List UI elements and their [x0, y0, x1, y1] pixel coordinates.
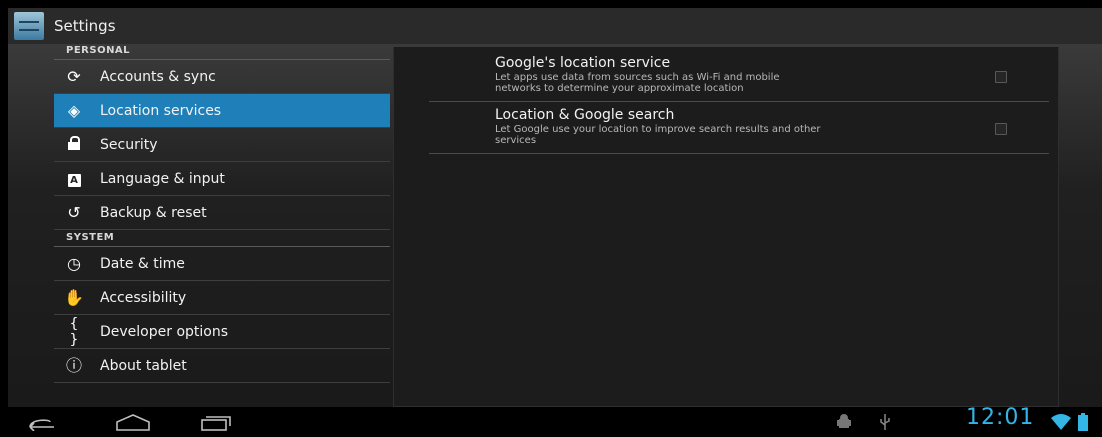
sidebar-item-security[interactable]: Security: [54, 128, 390, 162]
braces-icon: { }: [69, 315, 79, 348]
settings-app-icon[interactable]: [14, 12, 44, 40]
sidebar-item-label: Accessibility: [100, 289, 187, 306]
usb-icon: [878, 413, 892, 435]
pref-summary-line1: Let Google use your location to improve …: [495, 124, 821, 135]
home-icon[interactable]: [113, 412, 153, 436]
section-header-system: SYSTEM: [54, 232, 390, 247]
sidebar-item-label: Backup & reset: [100, 204, 207, 221]
pref-summary-line2: networks to determine your approximate l…: [495, 83, 744, 94]
sidebar-item-label: Language & input: [100, 170, 225, 187]
backup-icon: ↺: [67, 202, 81, 222]
sidebar-item-developer-options[interactable]: { } Developer options: [54, 315, 390, 349]
sidebar-item-label: About tablet: [100, 357, 187, 374]
google-location-service-row[interactable]: Google's location service Let apps use d…: [429, 55, 1049, 102]
recent-apps-icon[interactable]: [198, 412, 234, 436]
back-icon[interactable]: [22, 413, 58, 435]
settings-content: PERSONAL ⟳ Accounts & sync ◈ Location se…: [8, 45, 1102, 407]
google-location-service-checkbox[interactable]: [995, 71, 1007, 83]
sidebar-item-label: Location services: [100, 102, 222, 119]
sidebar-item-backup-reset[interactable]: ↺ Backup & reset: [54, 196, 390, 230]
pref-title: Google's location service: [495, 55, 671, 71]
sidebar-item-about-tablet[interactable]: ⓘ About tablet: [54, 349, 390, 383]
pref-summary-line1: Let apps use data from sources such as W…: [495, 72, 780, 83]
android-debug-icon: [836, 413, 852, 435]
page-title: Settings: [54, 17, 116, 35]
clock-time: 12:01: [966, 405, 1035, 430]
info-icon: ⓘ: [65, 355, 82, 375]
wifi-icon: [1050, 413, 1072, 435]
pref-summary-line2: services: [495, 135, 537, 146]
keyboard-a-icon: A: [64, 170, 84, 187]
clock-icon: ◷: [67, 253, 81, 273]
sidebar-item-accounts-sync[interactable]: ⟳ Accounts & sync: [54, 60, 390, 94]
lock-icon: [64, 136, 84, 153]
sidebar-item-accessibility[interactable]: ✋ Accessibility: [54, 281, 390, 315]
location-settings-pane: Google's location service Let apps use d…: [393, 47, 1059, 407]
sidebar-item-location-services[interactable]: ◈ Location services: [54, 94, 390, 128]
sidebar-item-label: Date & time: [100, 255, 185, 272]
battery-icon: [1077, 412, 1089, 436]
sidebar-item-label: Developer options: [100, 323, 229, 340]
section-header-personal: PERSONAL: [54, 45, 390, 60]
sidebar-item-language-input[interactable]: A Language & input: [54, 162, 390, 196]
settings-sidebar: PERSONAL ⟳ Accounts & sync ◈ Location se…: [54, 45, 390, 407]
location-icon: ◈: [67, 100, 81, 120]
sidebar-item-label: Accounts & sync: [100, 68, 216, 85]
sync-icon: ⟳: [67, 66, 81, 86]
action-bar: Settings: [8, 8, 1102, 45]
sidebar-item-date-time[interactable]: ◷ Date & time: [54, 247, 390, 281]
hand-icon: ✋: [64, 287, 84, 307]
system-bar: 12:01: [0, 405, 1102, 437]
location-google-search-row[interactable]: Location & Google search Let Google use …: [429, 107, 1049, 154]
pref-title: Location & Google search: [495, 107, 675, 123]
sidebar-item-label: Security: [100, 136, 158, 153]
location-google-search-checkbox[interactable]: [995, 123, 1007, 135]
